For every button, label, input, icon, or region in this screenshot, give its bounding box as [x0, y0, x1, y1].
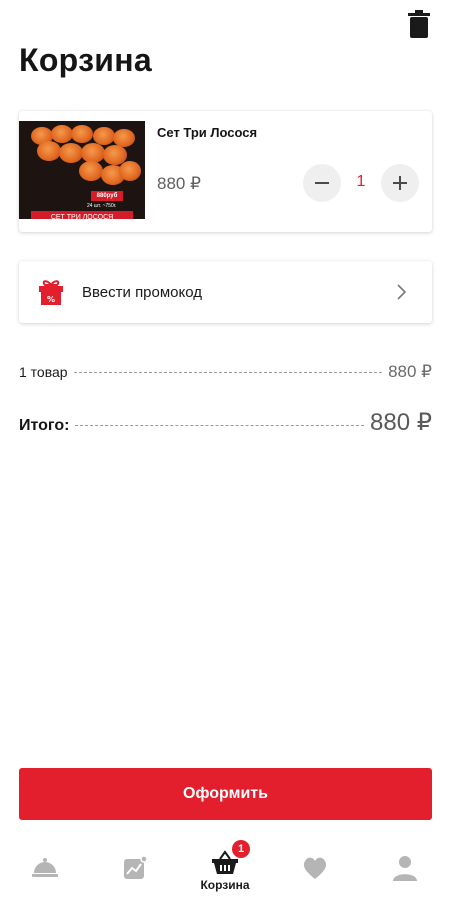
tab-profile[interactable] [360, 838, 450, 900]
items-count-label: 1 товар [19, 364, 68, 380]
image-price-tag: 880руб [91, 191, 123, 201]
quantity-value: 1 [356, 173, 366, 190]
chevron-right-icon [396, 284, 407, 300]
product-price: 880 ₽ [157, 174, 201, 193]
increase-quantity-button[interactable] [381, 164, 419, 202]
total-row: Итого: 880 ₽ [19, 408, 432, 437]
items-subtotal: 880 ₽ [388, 362, 432, 381]
cart-count-badge: 1 [232, 840, 250, 858]
trash-icon[interactable] [408, 10, 430, 38]
product-name: Сет Три Лосося [157, 125, 258, 140]
heart-icon [303, 857, 327, 879]
tab-cart-label: Корзина [200, 878, 250, 892]
svg-text:%: % [47, 295, 55, 304]
product-image[interactable]: 880руб 24 шт. ~750г. СЕТ ТРИ ЛОСОСЯ [19, 121, 145, 219]
cloche-icon [32, 858, 58, 877]
picture-icon [124, 855, 148, 879]
tab-promotions[interactable] [90, 838, 180, 900]
tab-favorites[interactable] [270, 838, 360, 900]
image-banner: СЕТ ТРИ ЛОСОСЯ [31, 211, 133, 219]
cart-item-card: 880руб 24 шт. ~750г. СЕТ ТРИ ЛОСОСЯ Сет … [19, 111, 432, 232]
promo-code-row[interactable]: % Ввести промокод [19, 261, 432, 323]
promo-code-label: Ввести промокод [82, 284, 203, 301]
bottom-tab-bar: 1 Корзина [0, 838, 450, 900]
gift-icon: % [39, 279, 63, 305]
decrease-quantity-button[interactable] [303, 164, 341, 202]
dotted-leader [75, 425, 365, 426]
tab-cart[interactable]: 1 Корзина [180, 838, 270, 900]
page-title: Корзина [19, 42, 153, 78]
user-icon [393, 856, 417, 881]
items-summary-row: 1 товар 880 ₽ [19, 362, 432, 382]
total-label: Итого: [19, 417, 70, 434]
total-value: 880 ₽ [370, 409, 432, 436]
checkout-button[interactable]: Оформить [19, 768, 432, 820]
dotted-leader [73, 372, 383, 373]
image-weight: 24 шт. ~750г. [87, 203, 117, 209]
tab-menu[interactable] [0, 838, 90, 900]
